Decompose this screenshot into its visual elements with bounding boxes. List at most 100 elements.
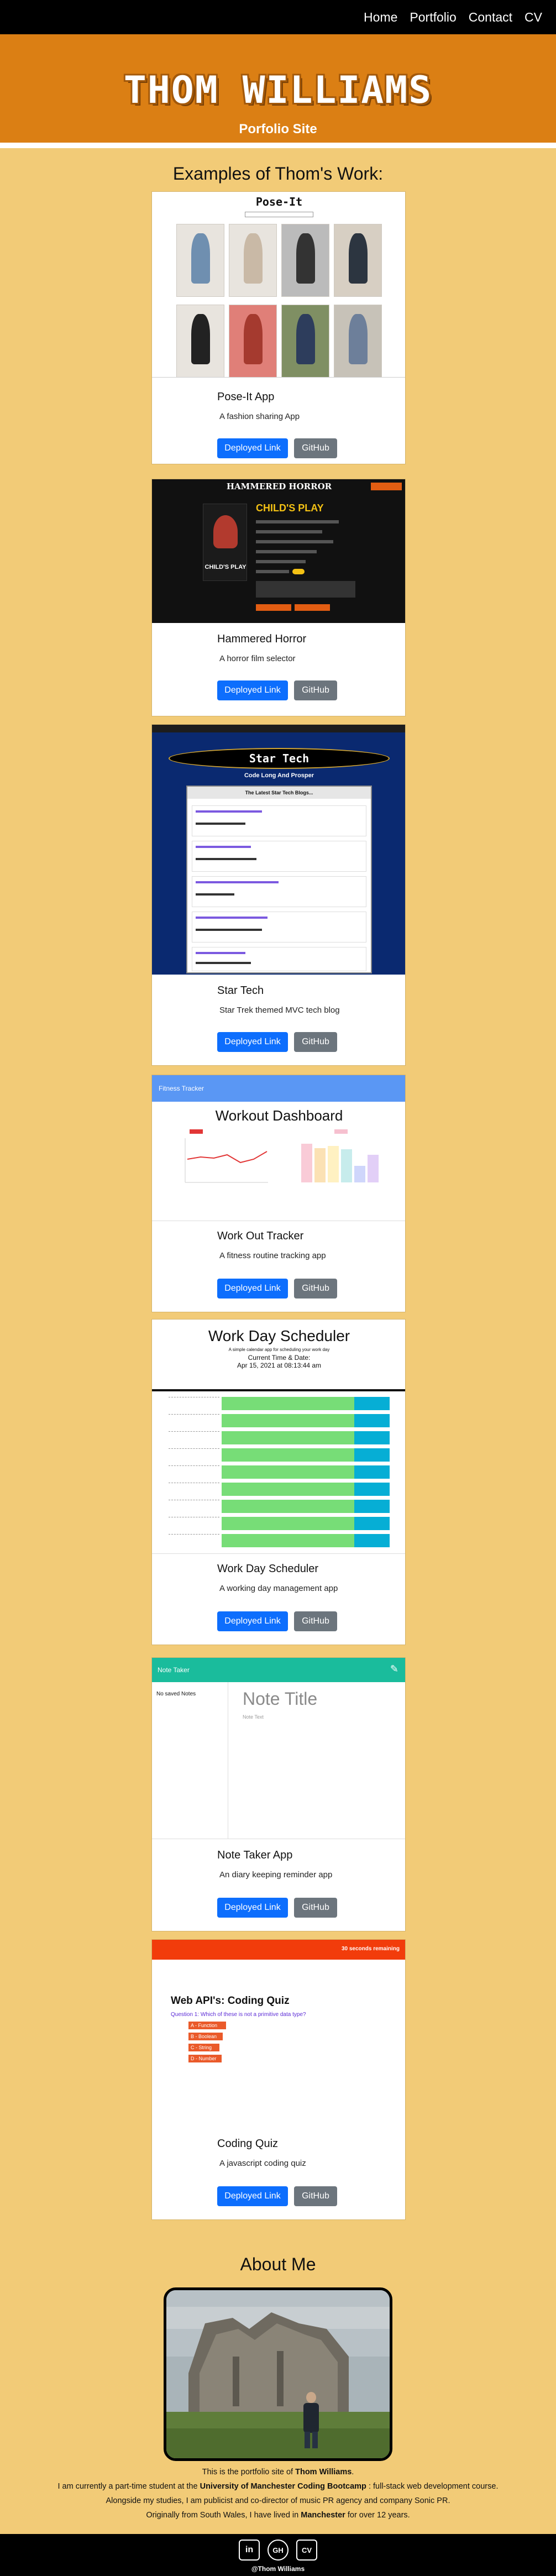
project-screenshot-pose-it[interactable]: Pose-It: [152, 192, 405, 378]
wd-save-button: [354, 1483, 390, 1496]
github-button[interactable]: GitHub: [294, 1032, 337, 1052]
pose-tile: [281, 305, 329, 377]
site-owner-name: THOM WILLIAMS: [123, 69, 433, 112]
project-screenshot-scheduler[interactable]: Work Day Scheduler A simple calendar app…: [152, 1320, 405, 1554]
wd-save-button: [354, 1431, 390, 1444]
nav-portfolio-link[interactable]: Portfolio: [403, 10, 462, 25]
nav-home-link[interactable]: Home: [358, 10, 403, 25]
project-description: A fitness routine tracking app: [219, 1251, 326, 1260]
wd-hour-cell: [169, 1517, 219, 1530]
project-description: Star Trek themed MVC tech blog: [219, 1006, 340, 1015]
about-line-4: Originally from South Wales, I have live…: [146, 2511, 410, 2520]
linkedin-icon[interactable]: in: [239, 2540, 260, 2561]
github-button[interactable]: GitHub: [294, 1898, 337, 1918]
github-icon[interactable]: GH: [267, 2540, 289, 2561]
nt-empty-list: No saved Notes: [156, 1691, 196, 1697]
hero-banner: THOM WILLIAMS Porfolio Site: [0, 34, 556, 143]
hh-logo: HAMMERED HORROR: [226, 481, 332, 491]
nav-cv-link[interactable]: CV: [518, 10, 548, 25]
project-card-hammered-horror: HAMMERED HORROR CHILD'S PLAY CHILD'S PLA…: [151, 479, 406, 716]
wd-event-slot: [222, 1465, 354, 1479]
cq-answer-c: C - String: [188, 2044, 219, 2051]
top-nav: Home Portfolio Contact CV: [0, 0, 556, 34]
nav-contact-link[interactable]: Contact: [463, 10, 518, 25]
project-card-workout-tracker: Fitness Tracker Workout Dashboard Work O…: [151, 1075, 406, 1312]
pose-tile: [176, 305, 224, 377]
project-screenshot-star-tech[interactable]: Star Tech Code Long And Prosper The Late…: [152, 725, 405, 975]
project-description: A fashion sharing App: [219, 412, 300, 421]
wd-hour-cell: [169, 1448, 219, 1462]
wo-navbar: Fitness Tracker: [152, 1075, 405, 1102]
about-heading: About Me: [240, 2254, 316, 2274]
wd-save-button: [354, 1500, 390, 1513]
wd-event-slot: [222, 1483, 354, 1496]
wd-event-slot: [222, 1517, 354, 1530]
hh-poster: CHILD'S PLAY: [203, 504, 247, 581]
wd-time-label: Current Time & Date:: [248, 1354, 311, 1362]
st-tagline: Code Long And Prosper: [244, 772, 314, 779]
github-button[interactable]: GitHub: [294, 2186, 337, 2206]
github-button[interactable]: GitHub: [294, 680, 337, 700]
cv-icon[interactable]: CV: [296, 2540, 317, 2561]
project-title: Pose-It App: [217, 391, 275, 403]
site-subtitle: Porfolio Site: [239, 122, 317, 137]
wo-bar-chart: [301, 1129, 379, 1182]
wd-save-button: [354, 1534, 390, 1547]
deployed-link-button[interactable]: Deployed Link: [217, 438, 288, 458]
deployed-link-button[interactable]: Deployed Link: [217, 1032, 288, 1052]
project-card-coding-quiz: 30 seconds remaining Web API's: Coding Q…: [151, 1939, 406, 2220]
nt-note-title: Note Title: [243, 1689, 318, 1709]
wd-save-button: [354, 1414, 390, 1427]
footer: in GH CV @Thom Williams: [0, 2534, 556, 2576]
project-screenshot-hammered-horror[interactable]: HAMMERED HORROR CHILD'S PLAY CHILD'S PLA…: [152, 479, 405, 623]
project-screenshot-workout[interactable]: Fitness Tracker Workout Dashboard: [152, 1075, 405, 1221]
hh-film-title: CHILD'S PLAY: [256, 502, 324, 514]
github-button[interactable]: GitHub: [294, 438, 337, 458]
wd-save-button: [354, 1448, 390, 1462]
cq-question: Question 1: Which of these is not a prim…: [171, 2012, 306, 2018]
deployed-link-button[interactable]: Deployed Link: [217, 2186, 288, 2206]
hero-divider: [0, 143, 556, 148]
st-blog-heading: The Latest Star Tech Blogs...: [187, 787, 371, 799]
deployed-link-button[interactable]: Deployed Link: [217, 1898, 288, 1918]
project-title: Star Tech: [217, 985, 264, 997]
github-button[interactable]: GitHub: [294, 1279, 337, 1299]
wd-save-button: [354, 1517, 390, 1530]
wd-event-slot: [222, 1414, 354, 1427]
project-card-note-taker: Note Taker ✎ No saved Notes Note Title N…: [151, 1657, 406, 1931]
project-screenshot-note-taker[interactable]: Note Taker ✎ No saved Notes Note Title N…: [152, 1658, 405, 1839]
project-title: Coding Quiz: [217, 2138, 279, 2150]
pose-tile: [281, 224, 329, 297]
wd-hour-cell: [169, 1534, 219, 1547]
cq-header: 30 seconds remaining: [152, 1940, 405, 1960]
deployed-link-button[interactable]: Deployed Link: [217, 1279, 288, 1299]
st-logo: Star Tech: [169, 748, 390, 769]
pose-it-logo: Pose-It: [255, 195, 303, 208]
wo-line-chart: [185, 1129, 268, 1183]
wd-sub: A simple calendar app for scheduling you…: [228, 1347, 330, 1352]
about-line-1: This is the portfolio site of Thom Willi…: [202, 2468, 354, 2476]
project-screenshot-coding-quiz[interactable]: 30 seconds remaining Web API's: Coding Q…: [152, 1940, 405, 2134]
pose-tile: [176, 224, 224, 297]
pose-tile: [229, 305, 277, 377]
pencil-icon: ✎: [390, 1663, 398, 1674]
project-title: Work Out Tracker: [217, 1230, 304, 1242]
pose-tile: [229, 224, 277, 297]
nt-navbar: Note Taker: [152, 1658, 405, 1682]
wd-event-slot: [222, 1431, 354, 1444]
wd-hour-cell: [169, 1397, 219, 1410]
cq-answer-a: A - Function: [188, 2022, 226, 2029]
deployed-link-button[interactable]: Deployed Link: [217, 680, 288, 700]
wd-event-slot: [222, 1448, 354, 1462]
cq-answer-b: B - Boolean: [188, 2033, 223, 2040]
cq-title: Web API's: Coding Quiz: [171, 1995, 290, 2007]
wd-save-button: [354, 1465, 390, 1479]
project-description: A working day management app: [219, 1584, 338, 1593]
pose-it-filter-bar: [245, 212, 313, 217]
st-blog-panel: The Latest Star Tech Blogs...: [186, 786, 372, 973]
cq-timer: 30 seconds remaining: [341, 1946, 400, 1952]
github-button[interactable]: GitHub: [294, 1611, 337, 1631]
project-card-star-tech: Star Tech Code Long And Prosper The Late…: [151, 724, 406, 1066]
about-line-3: Alongside my studies, I am publicist and…: [106, 2496, 450, 2505]
deployed-link-button[interactable]: Deployed Link: [217, 1611, 288, 1631]
